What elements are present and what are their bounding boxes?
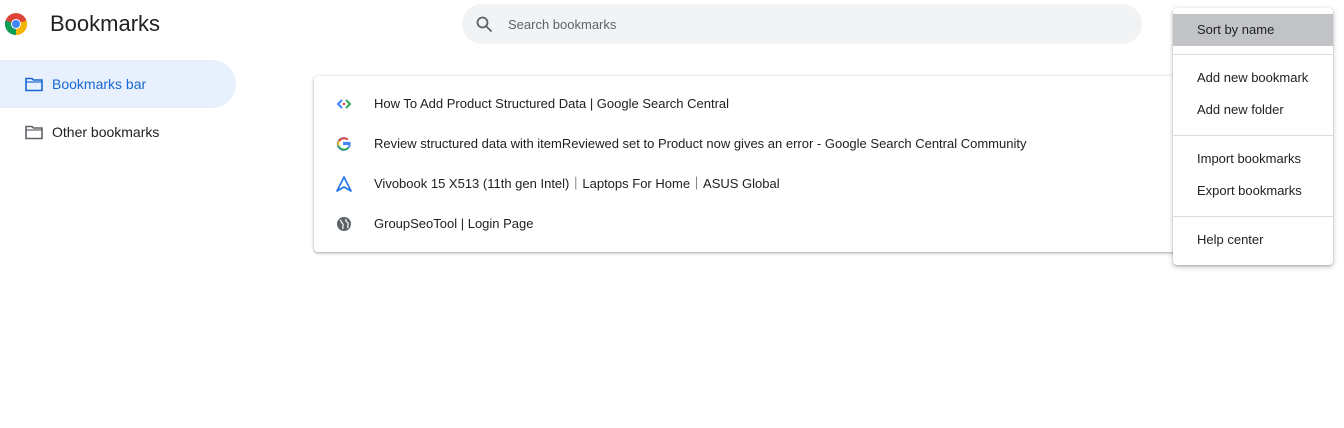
menu-item-label: Add new folder	[1197, 102, 1284, 117]
organize-menu: Sort by name Add new bookmark Add new fo…	[1173, 8, 1333, 265]
page-title: Bookmarks	[50, 11, 161, 36]
sidebar-item-bookmarks-bar[interactable]: Bookmarks bar	[0, 60, 236, 108]
menu-item-label: Help center	[1197, 232, 1264, 247]
add-new-bookmark-menu-item[interactable]: Add new bookmark	[1173, 62, 1333, 94]
export-bookmarks-menu-item[interactable]: Export bookmarks	[1173, 175, 1333, 207]
menu-item-label: Import bookmarks	[1197, 151, 1302, 166]
folder-icon	[25, 77, 43, 92]
bookmark-title: Review structured data with itemReviewed…	[374, 136, 1027, 151]
menu-divider	[1173, 216, 1333, 217]
folder-icon	[25, 125, 43, 140]
menu-divider	[1173, 54, 1333, 55]
globe-icon	[337, 217, 351, 231]
menu-item-label: Add new bookmark	[1197, 70, 1309, 85]
search-icon	[476, 16, 492, 32]
menu-item-label: Sort by name	[1197, 22, 1275, 37]
add-new-folder-menu-item[interactable]: Add new folder	[1173, 94, 1333, 126]
menu-item-label: Export bookmarks	[1197, 183, 1302, 198]
bookmark-row[interactable]: Review structured data with itemReviewed…	[314, 124, 1214, 164]
sidebar-item-other-bookmarks[interactable]: Other bookmarks	[0, 108, 236, 156]
bookmark-title: GroupSeoTool | Login Page	[374, 216, 534, 231]
sort-by-name-menu-item[interactable]: Sort by name	[1173, 14, 1333, 46]
chrome-logo-icon	[4, 13, 28, 36]
search-input[interactable]	[508, 4, 1108, 44]
sidebar-item-label: Other bookmarks	[52, 124, 160, 140]
import-bookmarks-menu-item[interactable]: Import bookmarks	[1173, 143, 1333, 175]
google-g-icon	[336, 137, 351, 151]
bookmark-title: Vivobook 15 X513 (11th gen Intel)｜Laptop…	[374, 176, 780, 191]
menu-divider	[1173, 135, 1333, 136]
bookmark-title: How To Add Product Structured Data | Goo…	[374, 96, 730, 111]
bookmark-row[interactable]: How To Add Product Structured Data | Goo…	[314, 84, 1214, 124]
bookmark-list: How To Add Product Structured Data | Goo…	[314, 76, 1214, 252]
asus-logo-icon	[336, 176, 352, 192]
sidebar-item-label: Bookmarks bar	[52, 76, 147, 92]
bookmark-row[interactable]: GroupSeoTool | Login Page	[314, 204, 1214, 244]
help-center-menu-item[interactable]: Help center	[1173, 224, 1333, 256]
search-bar[interactable]	[462, 4, 1142, 44]
bookmark-row[interactable]: Vivobook 15 X513 (11th gen Intel)｜Laptop…	[314, 164, 1214, 204]
code-brackets-icon	[336, 99, 352, 109]
